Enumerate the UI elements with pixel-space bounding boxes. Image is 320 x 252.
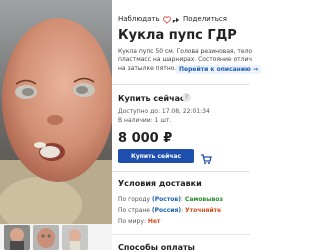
available-until: Доступно до: 17.08, 22:01:34 [118, 108, 210, 115]
watch-button[interactable]: Наблюдать [118, 9, 171, 28]
buy-now-button-label: Купить сейчас [130, 152, 182, 160]
thumbnail-strip [0, 225, 112, 250]
share-button[interactable]: Поделиться [172, 9, 227, 28]
main-product-photo[interactable] [0, 0, 112, 224]
delivery-row-place[interactable]: (Россия) [152, 207, 181, 214]
divider [112, 171, 250, 172]
delivery-row-value: Нет [147, 218, 161, 225]
heart-icon [162, 9, 171, 28]
help-icon[interactable]: ? [182, 93, 191, 102]
buy-now-heading: Купить сейчас [118, 94, 185, 103]
divider [112, 234, 250, 235]
description-line: Кукла пупс 50 см. Голова резиновая, тело… [118, 48, 252, 55]
thumbnail[interactable] [33, 225, 59, 250]
cart-icon[interactable] [200, 150, 212, 169]
product-gallery [0, 0, 112, 250]
product-info-panel: Наблюдать Поделиться Кукла пупс ГДР Кукл… [112, 0, 261, 252]
share-label: Поделиться [183, 14, 227, 23]
description-line: пластмасс на шарнирах. Состояние отлично… [118, 56, 252, 64]
price: 8 000 ₽ [118, 131, 173, 146]
divider [112, 84, 250, 85]
delivery-row-world: По миру: Нет [118, 218, 161, 225]
delivery-row-place[interactable]: (Ростов) [152, 196, 181, 203]
buy-now-button[interactable]: Купить сейчас [118, 149, 194, 163]
delivery-row-city: По городу (Ростов): Самовывоз [118, 196, 224, 203]
go-to-description-link[interactable]: Перейти к описанию → [176, 65, 261, 74]
delivery-row-country: По стране (Россия): Уточняйте [118, 207, 222, 214]
payment-heading: Способы оплаты [118, 243, 195, 252]
product-title: Кукла пупс ГДР [118, 28, 237, 43]
delivery-row-label: По стране [118, 207, 150, 214]
watch-label: Наблюдать [118, 14, 160, 23]
delivery-row-label: По миру [118, 218, 144, 225]
delivery-heading: Условия доставки [118, 179, 202, 188]
delivery-row-value: Самовывоз [184, 196, 224, 203]
delivery-row-value: Уточняйте [185, 207, 222, 214]
share-icon [172, 9, 180, 28]
thumbnail[interactable] [4, 225, 30, 250]
stock-count: В наличии: 1 шт. [118, 117, 172, 124]
thumbnail[interactable] [62, 225, 88, 250]
delivery-row-label: По городу [118, 196, 151, 203]
